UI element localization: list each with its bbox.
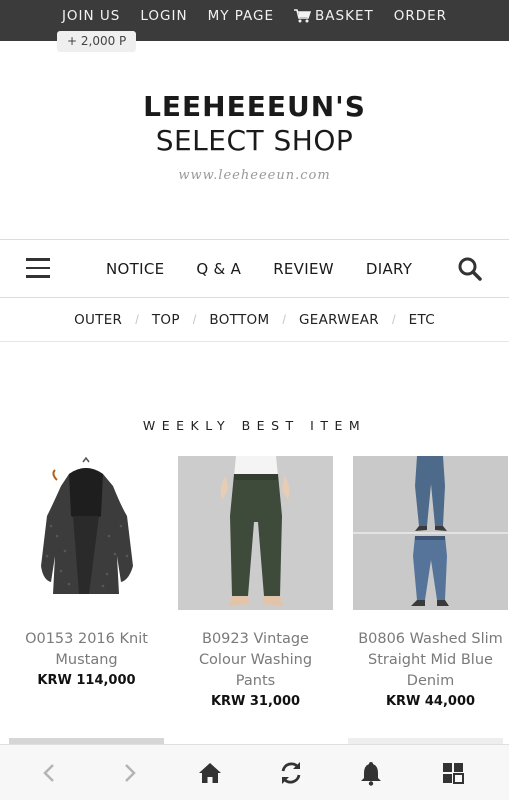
product-card[interactable]: B0923 Vintage Colour Washing Pants KRW 3… bbox=[178, 456, 333, 711]
my-page-link[interactable]: MY PAGE bbox=[198, 8, 284, 28]
product-card[interactable]: O0153 2016 Knit Mustang KRW 114,000 bbox=[9, 456, 164, 690]
join-point-badge: + 2,000 P bbox=[57, 31, 137, 52]
nav-review[interactable]: REVIEW bbox=[273, 260, 334, 278]
product-image[interactable] bbox=[9, 456, 164, 610]
section-title: WEEKLY BEST ITEM bbox=[142, 418, 367, 433]
category-gearwear[interactable]: GEARWEAR bbox=[299, 312, 379, 328]
product-name[interactable]: B0806 Washed Slim Straight Mid Blue Deni… bbox=[353, 629, 508, 692]
category-separator: / bbox=[391, 312, 396, 327]
category-bottom[interactable]: BOTTOM bbox=[209, 312, 269, 328]
shop-logo[interactable]: LEEHEEEUN'S SELECT SHOP www.leeheeeun.co… bbox=[0, 90, 509, 183]
category-separator: / bbox=[135, 312, 139, 327]
product-image[interactable] bbox=[178, 456, 333, 610]
product-price: KRW 114,000 bbox=[37, 673, 136, 688]
product-name[interactable]: B0923 Vintage Colour Washing Pants bbox=[178, 629, 333, 692]
grid-menu-icon[interactable] bbox=[439, 759, 467, 787]
search-icon[interactable] bbox=[457, 256, 483, 282]
logo-title: LEEHEEEUN'S bbox=[143, 90, 366, 123]
product-price: KRW 44,000 bbox=[385, 694, 476, 709]
home-icon[interactable] bbox=[196, 759, 224, 787]
basket-link[interactable]: BASKET bbox=[284, 8, 384, 28]
cart-icon bbox=[294, 8, 312, 22]
category-etc[interactable]: ETC bbox=[409, 312, 435, 328]
bottom-toolbar bbox=[0, 744, 509, 800]
product-card[interactable]: B0806 Washed Slim Straight Mid Blue Deni… bbox=[353, 456, 508, 711]
nav-diary[interactable]: DIARY bbox=[366, 260, 412, 278]
product-name[interactable]: O0153 2016 Knit Mustang bbox=[9, 629, 164, 671]
nav-qa[interactable]: Q & A bbox=[196, 260, 241, 278]
nav-items: NOTICE Q & A REVIEW DIARY bbox=[90, 240, 428, 297]
login-link[interactable]: LOGIN bbox=[130, 8, 197, 28]
product-price: KRW 31,000 bbox=[210, 694, 301, 709]
category-separator: / bbox=[192, 312, 197, 327]
join-us-link[interactable]: JOIN US bbox=[52, 8, 130, 28]
forward-icon[interactable] bbox=[115, 759, 143, 787]
back-icon[interactable] bbox=[36, 759, 64, 787]
category-nav: OUTER / TOP / BOTTOM / GEARWEAR / ETC bbox=[0, 298, 509, 342]
bell-icon[interactable] bbox=[357, 759, 385, 787]
category-top[interactable]: TOP bbox=[152, 312, 180, 328]
category-separator: / bbox=[282, 312, 287, 327]
product-image[interactable] bbox=[353, 456, 508, 610]
main-nav: NOTICE Q & A REVIEW DIARY bbox=[0, 239, 509, 298]
logo-url: www.leeheeeun.com bbox=[178, 168, 331, 183]
logo-subtitle: SELECT SHOP bbox=[155, 124, 354, 157]
refresh-icon[interactable] bbox=[277, 759, 305, 787]
hamburger-menu-icon[interactable] bbox=[26, 258, 50, 280]
nav-notice[interactable]: NOTICE bbox=[106, 260, 164, 278]
basket-label: BASKET bbox=[315, 7, 374, 24]
category-outer[interactable]: OUTER bbox=[74, 312, 122, 328]
order-link[interactable]: ORDER bbox=[384, 8, 457, 28]
